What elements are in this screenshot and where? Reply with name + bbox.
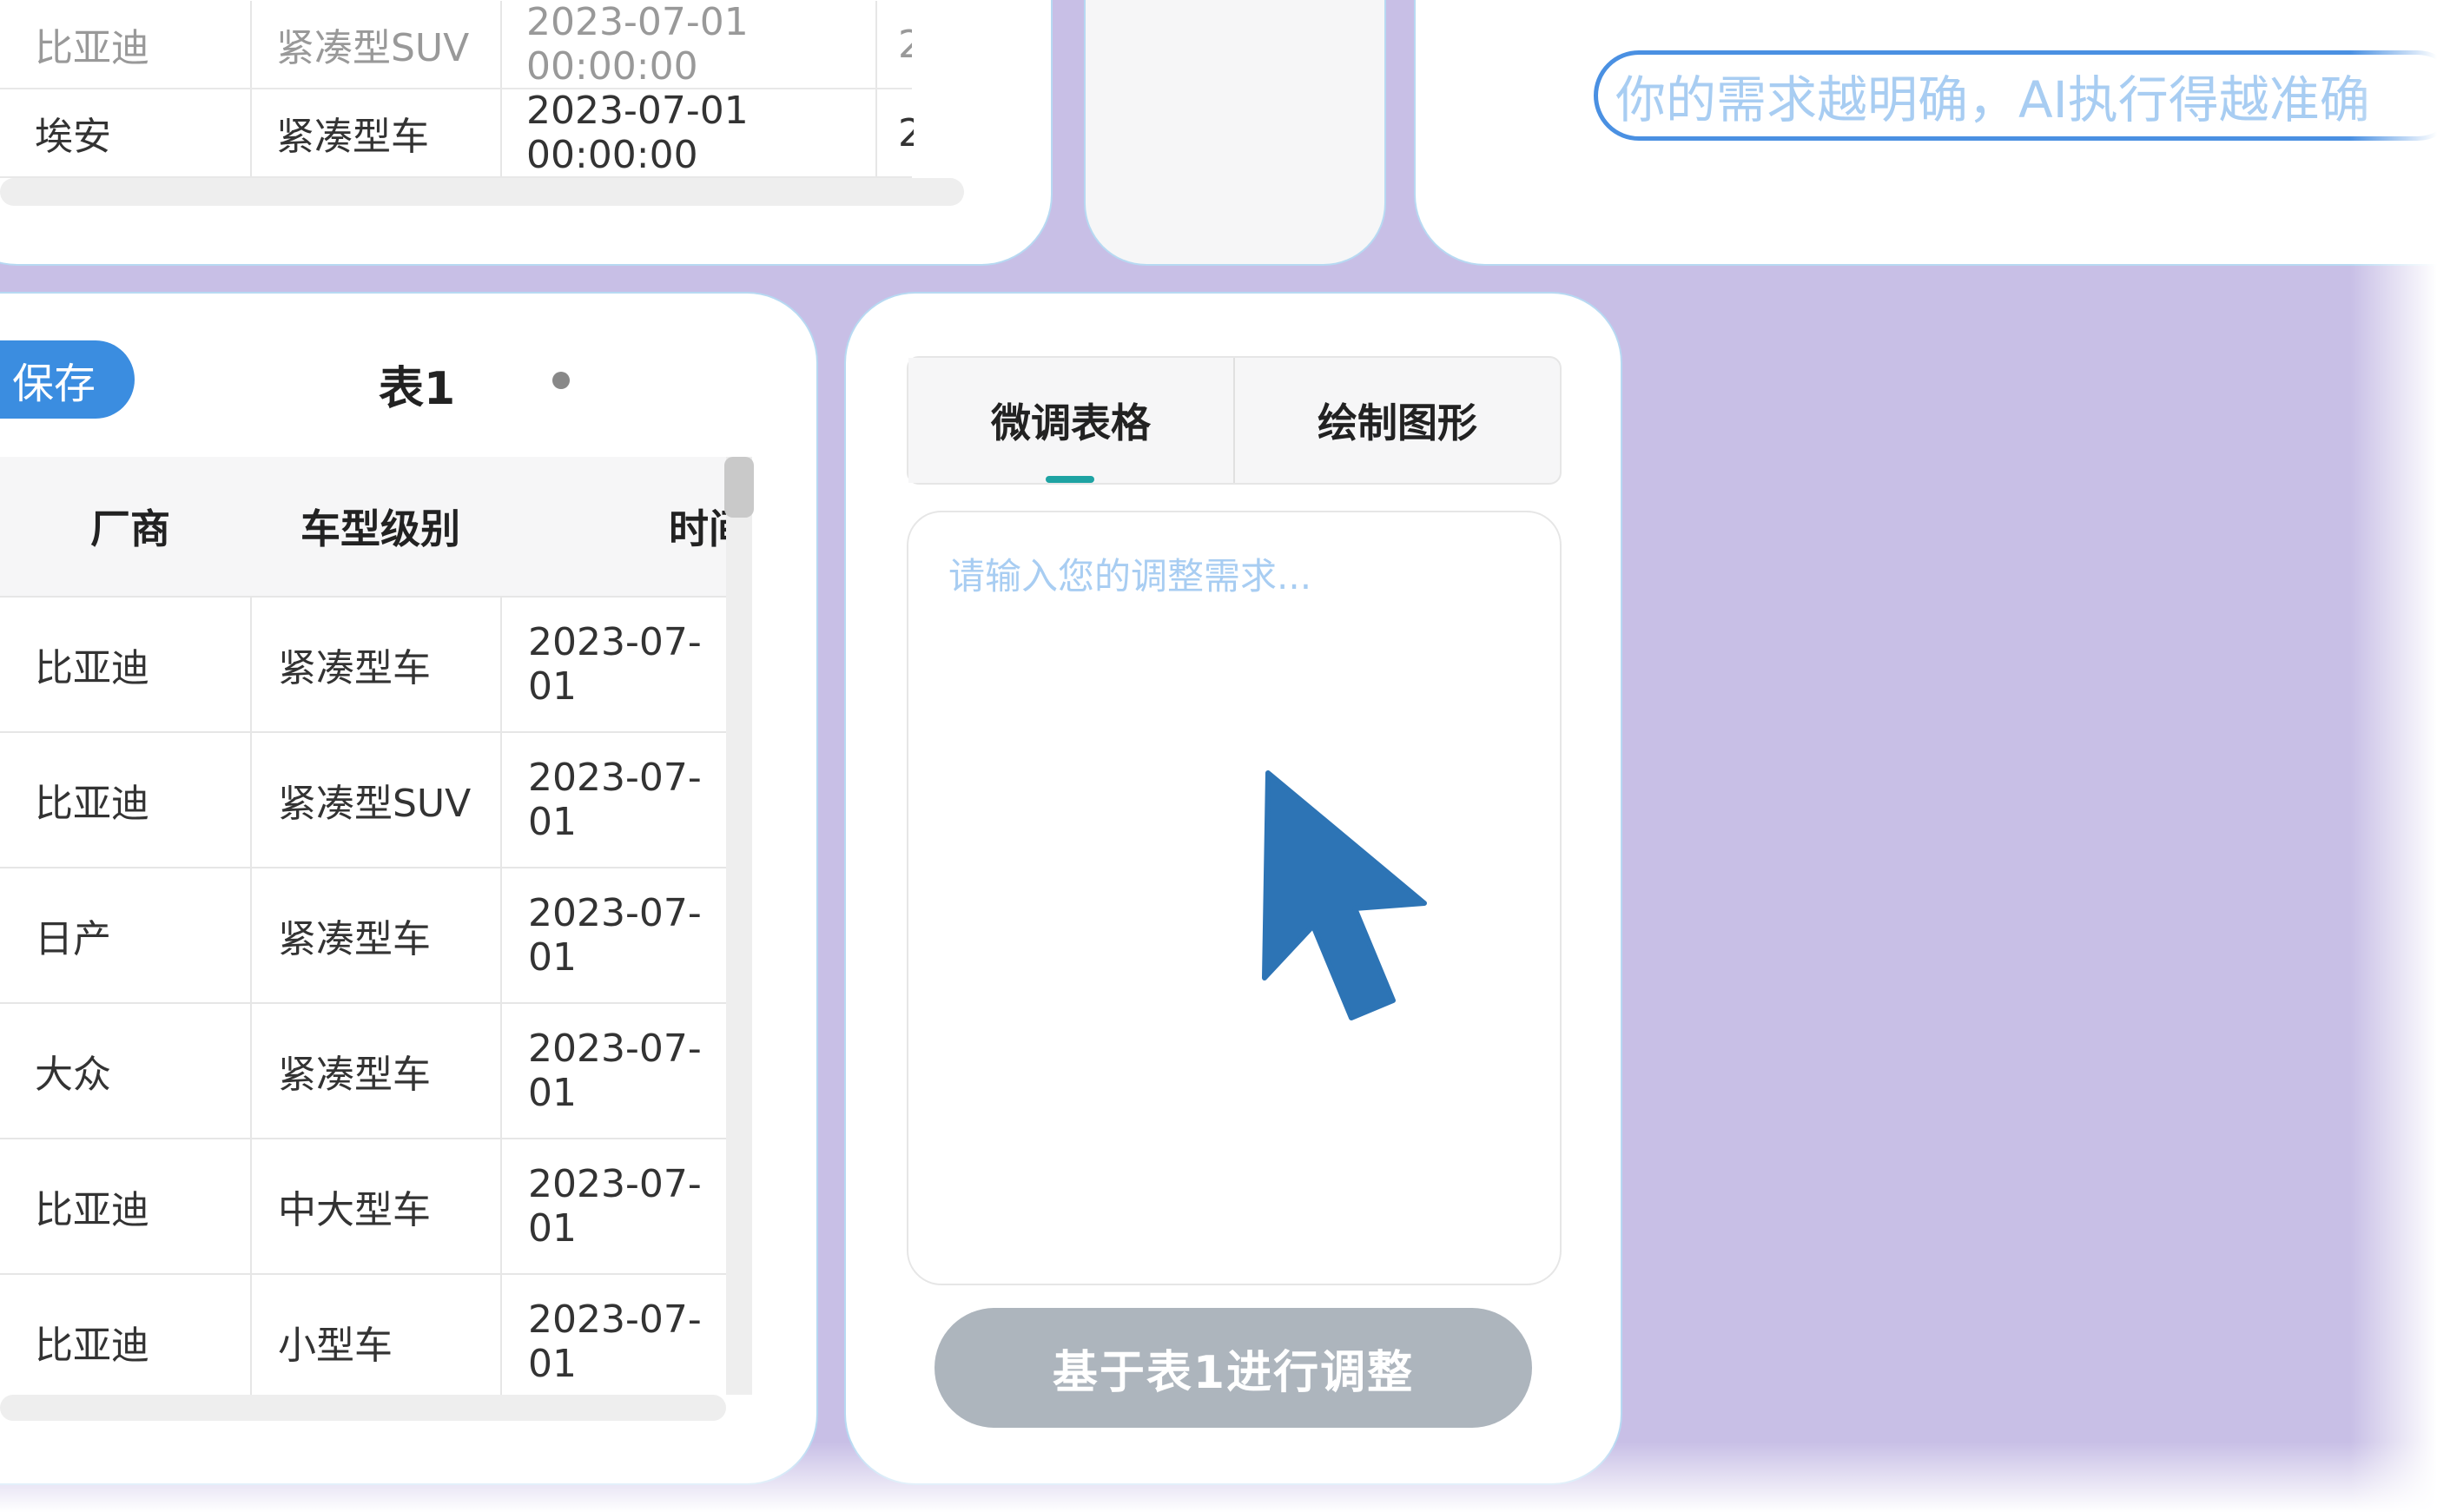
- table-row[interactable]: 比亚迪 紧凑型车 2023-07-01: [0, 598, 726, 733]
- table-row[interactable]: 埃安 紧凑型车 2023-07-01 00:00:00 20: [0, 89, 914, 178]
- cell-time: 2023-07-01: [528, 1027, 702, 1115]
- status-dot-icon: [552, 372, 570, 389]
- cell-maker: 比亚迪: [35, 26, 149, 70]
- cell-class: 小型车: [278, 1324, 393, 1368]
- column-divider: [250, 733, 252, 867]
- column-divider: [500, 1275, 502, 1395]
- column-divider: [500, 1, 502, 88]
- cell-class: 紧凑型SUV: [276, 26, 470, 70]
- column-divider: [500, 868, 502, 1002]
- cell-time: 2023-07-01: [528, 1162, 702, 1251]
- adjust-button[interactable]: 基于表1进行调整: [935, 1308, 1532, 1428]
- top-table-card: 比亚迪 紧凑型SUV 2023-07-01 00:00:00 20 埃安 紧凑型…: [0, 0, 1051, 264]
- prompt-box: [907, 511, 1562, 1285]
- cell-class: 紧凑型车: [278, 917, 431, 961]
- cell-maker: 埃安: [35, 115, 111, 159]
- table-header: 厂商 车型级别 时间: [0, 457, 726, 598]
- placeholder-card: [1086, 0, 1384, 264]
- column-divider: [875, 1, 877, 88]
- cell-maker: 比亚迪: [35, 1188, 149, 1232]
- cell-class: 紧凑型车: [278, 646, 431, 690]
- column-divider: [250, 1004, 252, 1138]
- cell-maker: 日产: [35, 917, 111, 961]
- save-button[interactable]: 保存: [0, 340, 135, 419]
- column-divider: [250, 868, 252, 1002]
- edge-fade: [2350, 0, 2437, 1512]
- tab-adjust-table[interactable]: 微调表格: [908, 358, 1235, 483]
- horizontal-scrollbar[interactable]: [0, 178, 964, 206]
- edge-fade: [0, 1442, 2437, 1512]
- table-row[interactable]: 日产 紧凑型车 2023-07-01: [0, 868, 726, 1004]
- column-divider: [500, 89, 502, 176]
- ai-hint-banner: 你的需求越明确，AI执行得越准确: [1594, 50, 2437, 141]
- table-row[interactable]: 比亚迪 小型车 2023-07-01: [0, 1275, 726, 1395]
- cell-time: 2023-07-01 00:00:00: [526, 0, 749, 89]
- tab-bar: 微调表格 绘制图形: [907, 356, 1562, 485]
- column-divider: [500, 1139, 502, 1273]
- tab-label: 微调表格: [991, 399, 1151, 446]
- cell-class: 紧凑型SUV: [278, 782, 472, 826]
- table-row[interactable]: 比亚迪 紧凑型SUV 2023-07-01 00:00:00 20: [0, 0, 912, 89]
- cell-more: 20: [898, 22, 912, 67]
- data-table: 厂商 车型级别 时间 比亚迪 紧凑型车 2023-07-01 比亚迪 紧凑型SU…: [0, 457, 726, 1395]
- column-divider: [250, 1275, 252, 1395]
- cell-time: 2023-07-01: [528, 1297, 702, 1386]
- table-row[interactable]: 比亚迪 中大型车 2023-07-01: [0, 1139, 726, 1275]
- table-title: 表1: [379, 363, 456, 415]
- column-divider: [250, 598, 252, 731]
- mouse-pointer-icon: [1262, 770, 1427, 1020]
- tab-draw-chart[interactable]: 绘制图形: [1233, 358, 1562, 483]
- vertical-scrollbar[interactable]: [726, 457, 752, 1395]
- column-divider: [500, 598, 502, 731]
- cell-class: 中大型车: [278, 1188, 431, 1232]
- cell-class: 紧凑型车: [278, 1053, 431, 1097]
- cell-time: 2023-07-01: [528, 891, 702, 980]
- cell-time: 2023-07-01: [528, 620, 702, 709]
- column-divider: [500, 1004, 502, 1138]
- column-header-maker[interactable]: 厂商: [90, 457, 170, 596]
- tab-label: 绘制图形: [1318, 399, 1477, 446]
- column-header-time[interactable]: 时间: [669, 457, 726, 596]
- column-divider: [250, 1, 252, 88]
- cell-maker: 比亚迪: [35, 1324, 149, 1368]
- active-tab-indicator: [1046, 476, 1094, 483]
- cell-time: 2023-07-01 00:00:00: [526, 89, 749, 177]
- cell-class: 紧凑型车: [276, 115, 429, 159]
- table-row[interactable]: 大众 紧凑型车 2023-07-01: [0, 1004, 726, 1139]
- table-row[interactable]: 比亚迪 紧凑型SUV 2023-07-01: [0, 733, 726, 868]
- cell-maker: 比亚迪: [35, 646, 149, 690]
- cell-time: 2023-07-01: [528, 756, 702, 844]
- vertical-scrollbar-thumb[interactable]: [724, 457, 754, 518]
- column-divider: [500, 733, 502, 867]
- column-header-class[interactable]: 车型级别: [300, 457, 460, 596]
- column-divider: [875, 89, 877, 176]
- horizontal-scrollbar[interactable]: [0, 1395, 726, 1421]
- cell-maker: 比亚迪: [35, 782, 149, 826]
- cell-maker: 大众: [35, 1053, 111, 1097]
- column-divider: [250, 1139, 252, 1273]
- cell-more: 20: [898, 110, 914, 155]
- column-divider: [250, 89, 252, 176]
